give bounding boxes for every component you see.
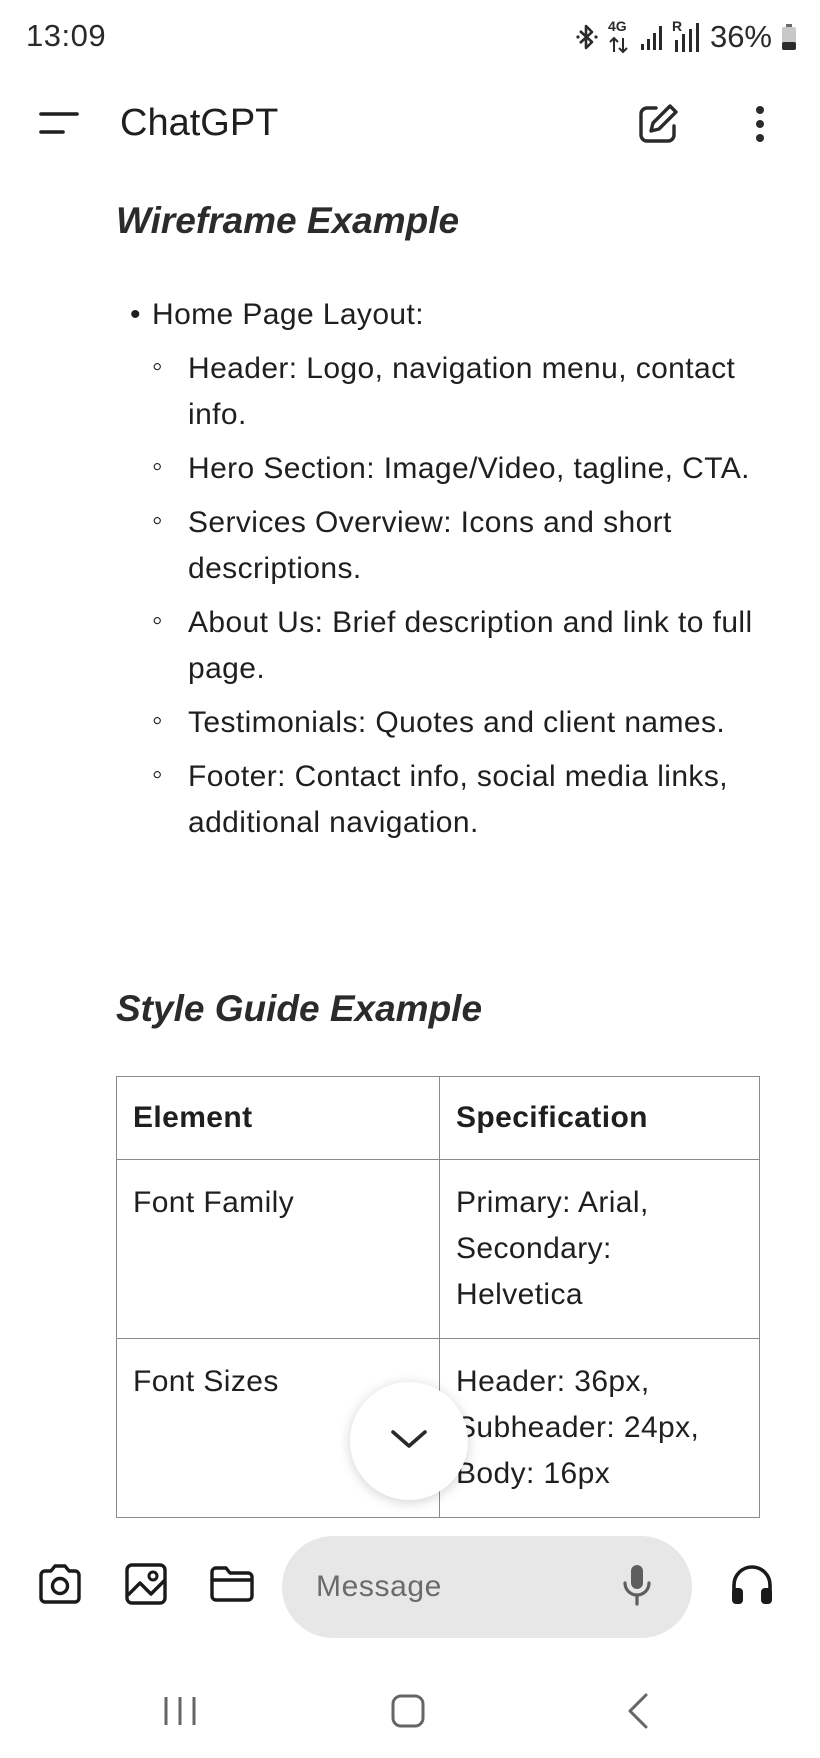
more-vert-icon	[754, 104, 766, 149]
data-arrows-icon: 4G	[606, 18, 632, 54]
list-item-text: Testimonials: Quotes and client names.	[188, 706, 726, 739]
back-icon	[625, 1692, 651, 1735]
list-item-text: About Us: Brief description and link to …	[188, 606, 753, 685]
bullet-marker: ◦	[152, 758, 164, 791]
list-item: ◦ About Us: Brief description and link t…	[152, 600, 756, 692]
chat-content[interactable]: Wireframe Example • Home Page Layout: ◦ …	[0, 168, 820, 1518]
chevron-down-icon	[389, 1427, 429, 1456]
camera-icon	[37, 1563, 83, 1610]
app-title: ChatGPT	[120, 102, 279, 144]
list-item: ◦ Hero Section: Image/Video, tagline, CT…	[152, 446, 756, 492]
bullet-marker: ◦	[152, 504, 164, 537]
signal-icon	[640, 22, 664, 52]
battery-percent: 36%	[709, 19, 772, 54]
battery-icon	[780, 23, 798, 51]
table-cell: Font Family	[116, 1159, 440, 1339]
status-icons: 4G R 36%	[576, 18, 798, 56]
list-item: ◦ Testimonials: Quotes and client names.	[152, 700, 756, 746]
recents-button[interactable]	[150, 1686, 210, 1740]
files-button[interactable]	[206, 1560, 258, 1612]
wireframe-heading: Wireframe Example	[116, 200, 460, 241]
home-button[interactable]	[378, 1686, 438, 1740]
table-header-row: Element Specification	[116, 1076, 760, 1160]
bluetooth-icon	[576, 23, 598, 51]
style-guide-heading: Style Guide Example	[116, 988, 483, 1029]
menu-icon	[38, 109, 80, 142]
list-item: ◦ Footer: Contact info, social media lin…	[152, 754, 756, 846]
bullet-marker: ◦	[152, 704, 164, 737]
back-button[interactable]	[608, 1686, 668, 1740]
message-input[interactable]	[316, 1564, 586, 1610]
bullet-marker: ◦	[152, 604, 164, 637]
list-item: ◦ Header: Logo, navigation menu, contact…	[152, 346, 756, 438]
screen: 13:09 4G R 36% ChatGPT Wireframe Example…	[0, 0, 820, 1758]
sub-list: ◦ Header: Logo, navigation menu, contact…	[152, 346, 756, 846]
list-item: • Home Page Layout:	[116, 292, 756, 338]
list-item: ◦ Services Overview: Icons and short des…	[152, 500, 756, 592]
table-cell: Primary: Arial, Secondary: Helvetica	[439, 1159, 760, 1339]
recents-icon	[162, 1694, 198, 1733]
headphones-icon	[729, 1562, 775, 1611]
bullet-marker: ◦	[152, 350, 164, 383]
image-button[interactable]	[120, 1560, 172, 1612]
scroll-down-button[interactable]	[350, 1382, 468, 1500]
bullet-marker: ◦	[152, 450, 164, 483]
list-item-label: Home Page Layout:	[152, 298, 424, 331]
system-nav-bar	[0, 1668, 820, 1758]
new-chat-button[interactable]	[634, 102, 682, 150]
wireframe-list: • Home Page Layout: ◦ Header: Logo, navi…	[116, 292, 756, 854]
table-header-cell: Element	[116, 1076, 440, 1160]
app-bar: ChatGPT	[0, 86, 820, 164]
list-item-text: Footer: Contact info, social media links…	[188, 760, 728, 839]
status-bar: 13:09 4G R 36%	[0, 0, 820, 74]
list-item-text: Hero Section: Image/Video, tagline, CTA.	[188, 452, 750, 485]
image-icon	[124, 1562, 168, 1611]
mic-icon	[620, 1563, 654, 1612]
home-icon	[390, 1693, 426, 1734]
voice-input-button[interactable]	[612, 1562, 662, 1612]
table-header-cell: Specification	[439, 1076, 760, 1160]
table-cell: Header: 36px, Subheader: 24px, Body: 16p…	[439, 1338, 760, 1518]
message-box	[282, 1536, 692, 1638]
status-time: 13:09	[26, 18, 107, 53]
more-options-button[interactable]	[742, 102, 778, 150]
composer-bar	[0, 1518, 820, 1658]
menu-button[interactable]	[36, 106, 82, 144]
camera-button[interactable]	[34, 1560, 86, 1612]
signal-roaming-icon: R	[672, 18, 702, 54]
voice-mode-button[interactable]	[726, 1560, 778, 1612]
new-chat-icon	[636, 102, 680, 151]
bullet-marker: •	[130, 298, 141, 331]
folder-icon	[209, 1564, 255, 1609]
list-item-text: Services Overview: Icons and short descr…	[188, 506, 672, 585]
table-row: Font Family Primary: Arial, Secondary: H…	[116, 1159, 760, 1339]
list-item-text: Header: Logo, navigation menu, contact i…	[188, 352, 736, 431]
